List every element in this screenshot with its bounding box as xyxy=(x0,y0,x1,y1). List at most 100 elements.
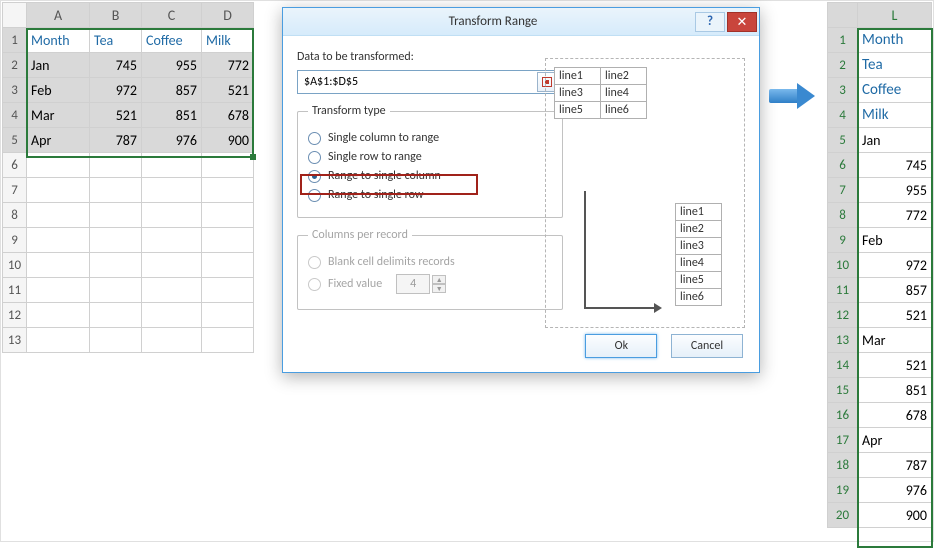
cell-B3[interactable]: 972 xyxy=(90,78,142,103)
cell-D4[interactable]: 678 xyxy=(202,103,254,128)
cell-L1[interactable]: Month xyxy=(858,28,932,53)
row-header-6[interactable]: 6 xyxy=(828,153,858,178)
cell-B5[interactable]: 787 xyxy=(90,128,142,153)
row-header-10[interactable]: 10 xyxy=(828,253,858,278)
col-header-L[interactable]: L xyxy=(858,3,932,28)
cell-L11[interactable]: 857 xyxy=(858,278,932,303)
cell-A5[interactable]: Apr xyxy=(27,128,90,153)
row-header-1[interactable]: 1 xyxy=(828,28,858,53)
cell-L7[interactable]: 955 xyxy=(858,178,932,203)
cell-D2[interactable]: 772 xyxy=(202,53,254,78)
option-range-to-single-row[interactable]: Range to single row xyxy=(308,188,552,202)
row-header-16[interactable]: 16 xyxy=(828,403,858,428)
spin-down-icon: ▼ xyxy=(432,284,446,293)
row-header-14[interactable]: 14 xyxy=(828,353,858,378)
row-header-11[interactable]: 11 xyxy=(828,278,858,303)
row-header-13[interactable]: 13 xyxy=(3,328,27,353)
col-header-B[interactable]: B xyxy=(90,3,142,28)
cell-L20[interactable]: 900 xyxy=(858,503,932,528)
cell-B2[interactable]: 745 xyxy=(90,53,142,78)
cell-L9[interactable]: Feb xyxy=(858,228,932,253)
radio-icon xyxy=(308,278,321,291)
cell-D1[interactable]: Milk xyxy=(202,28,254,53)
row-header-6[interactable]: 6 xyxy=(3,153,27,178)
row-header-7[interactable]: 7 xyxy=(3,178,27,203)
row-header-12[interactable]: 12 xyxy=(3,303,27,328)
select-all-corner[interactable] xyxy=(3,3,27,28)
cell-L19[interactable]: 976 xyxy=(858,478,932,503)
ok-button[interactable]: Ok xyxy=(585,334,657,358)
cell-L8[interactable]: 772 xyxy=(858,203,932,228)
row-header-20[interactable]: 20 xyxy=(828,503,858,528)
row-header-13[interactable]: 13 xyxy=(828,328,858,353)
row-header-8[interactable]: 8 xyxy=(3,203,27,228)
cell-B1[interactable]: Tea xyxy=(90,28,142,53)
source-grid[interactable]: A B C D 1 Month Tea Coffee Milk 2 Jan 74… xyxy=(2,2,254,353)
option-blank-cell-delimits: Blank cell delimits records xyxy=(308,255,552,269)
close-button[interactable]: ✕ xyxy=(727,12,757,32)
row-header-9[interactable]: 9 xyxy=(828,228,858,253)
row-header-7[interactable]: 7 xyxy=(828,178,858,203)
row-header-3[interactable]: 3 xyxy=(3,78,27,103)
cell-D5[interactable]: 900 xyxy=(202,128,254,153)
option-single-row-to-range[interactable]: Single row to range xyxy=(308,150,552,164)
cell-L16[interactable]: 678 xyxy=(858,403,932,428)
row-header-1[interactable]: 1 xyxy=(3,28,27,53)
cell-C2[interactable]: 955 xyxy=(142,53,202,78)
option-range-to-single-column[interactable]: Range to single column xyxy=(308,169,552,183)
cell[interactable] xyxy=(27,153,90,178)
row-header-11[interactable]: 11 xyxy=(3,278,27,303)
cell-C3[interactable]: 857 xyxy=(142,78,202,103)
row-header-2[interactable]: 2 xyxy=(828,53,858,78)
help-button[interactable]: ? xyxy=(695,12,725,32)
cell-A4[interactable]: Mar xyxy=(27,103,90,128)
cell-L18[interactable]: 787 xyxy=(858,453,932,478)
row-header-5[interactable]: 5 xyxy=(828,128,858,153)
row-header-12[interactable]: 12 xyxy=(828,303,858,328)
row-header-10[interactable]: 10 xyxy=(3,253,27,278)
select-all-corner[interactable] xyxy=(828,3,858,28)
cell-L17[interactable]: Apr xyxy=(858,428,932,453)
result-arrow-icon xyxy=(769,83,817,109)
result-spreadsheet: L 1Month2Tea3Coffee4Milk5Jan674579558772… xyxy=(827,2,932,528)
cell-L14[interactable]: 521 xyxy=(858,353,932,378)
cell-C5[interactable]: 976 xyxy=(142,128,202,153)
cell-L6[interactable]: 745 xyxy=(858,153,932,178)
option-single-column-to-range[interactable]: Single column to range xyxy=(308,131,552,145)
col-header-D[interactable]: D xyxy=(202,3,254,28)
transform-range-dialog: Transform Range ? ✕ Data to be transform… xyxy=(282,7,760,373)
col-header-A[interactable]: A xyxy=(27,3,90,28)
result-grid[interactable]: L 1Month2Tea3Coffee4Milk5Jan674579558772… xyxy=(827,2,932,528)
cell-L13[interactable]: Mar xyxy=(858,328,932,353)
cell-C4[interactable]: 851 xyxy=(142,103,202,128)
cell-L3[interactable]: Coffee xyxy=(858,78,932,103)
cell-A2[interactable]: Jan xyxy=(27,53,90,78)
col-header-C[interactable]: C xyxy=(142,3,202,28)
row-header-4[interactable]: 4 xyxy=(828,103,858,128)
cell-L4[interactable]: Milk xyxy=(858,103,932,128)
row-header-3[interactable]: 3 xyxy=(828,78,858,103)
row-header-15[interactable]: 15 xyxy=(828,378,858,403)
data-range-input[interactable] xyxy=(297,70,559,94)
row-header-17[interactable]: 17 xyxy=(828,428,858,453)
cancel-button[interactable]: Cancel xyxy=(671,334,743,358)
row-header-2[interactable]: 2 xyxy=(3,53,27,78)
cell-A3[interactable]: Feb xyxy=(27,78,90,103)
row-header-8[interactable]: 8 xyxy=(828,203,858,228)
dialog-titlebar[interactable]: Transform Range ? ✕ xyxy=(283,8,759,36)
cell-L2[interactable]: Tea xyxy=(858,53,932,78)
cell-L12[interactable]: 521 xyxy=(858,303,932,328)
cell-D3[interactable]: 521 xyxy=(202,78,254,103)
cell-A1[interactable]: Month xyxy=(27,28,90,53)
cell-B4[interactable]: 521 xyxy=(90,103,142,128)
cell-C1[interactable]: Coffee xyxy=(142,28,202,53)
cell-L10[interactable]: 972 xyxy=(858,253,932,278)
row-header-19[interactable]: 19 xyxy=(828,478,858,503)
row-header-5[interactable]: 5 xyxy=(3,128,27,153)
row-header-9[interactable]: 9 xyxy=(3,228,27,253)
cell-L15[interactable]: 851 xyxy=(858,378,932,403)
row-header-18[interactable]: 18 xyxy=(828,453,858,478)
cpr-legend: Columns per record xyxy=(308,228,412,242)
cell-L5[interactable]: Jan xyxy=(858,128,932,153)
row-header-4[interactable]: 4 xyxy=(3,103,27,128)
